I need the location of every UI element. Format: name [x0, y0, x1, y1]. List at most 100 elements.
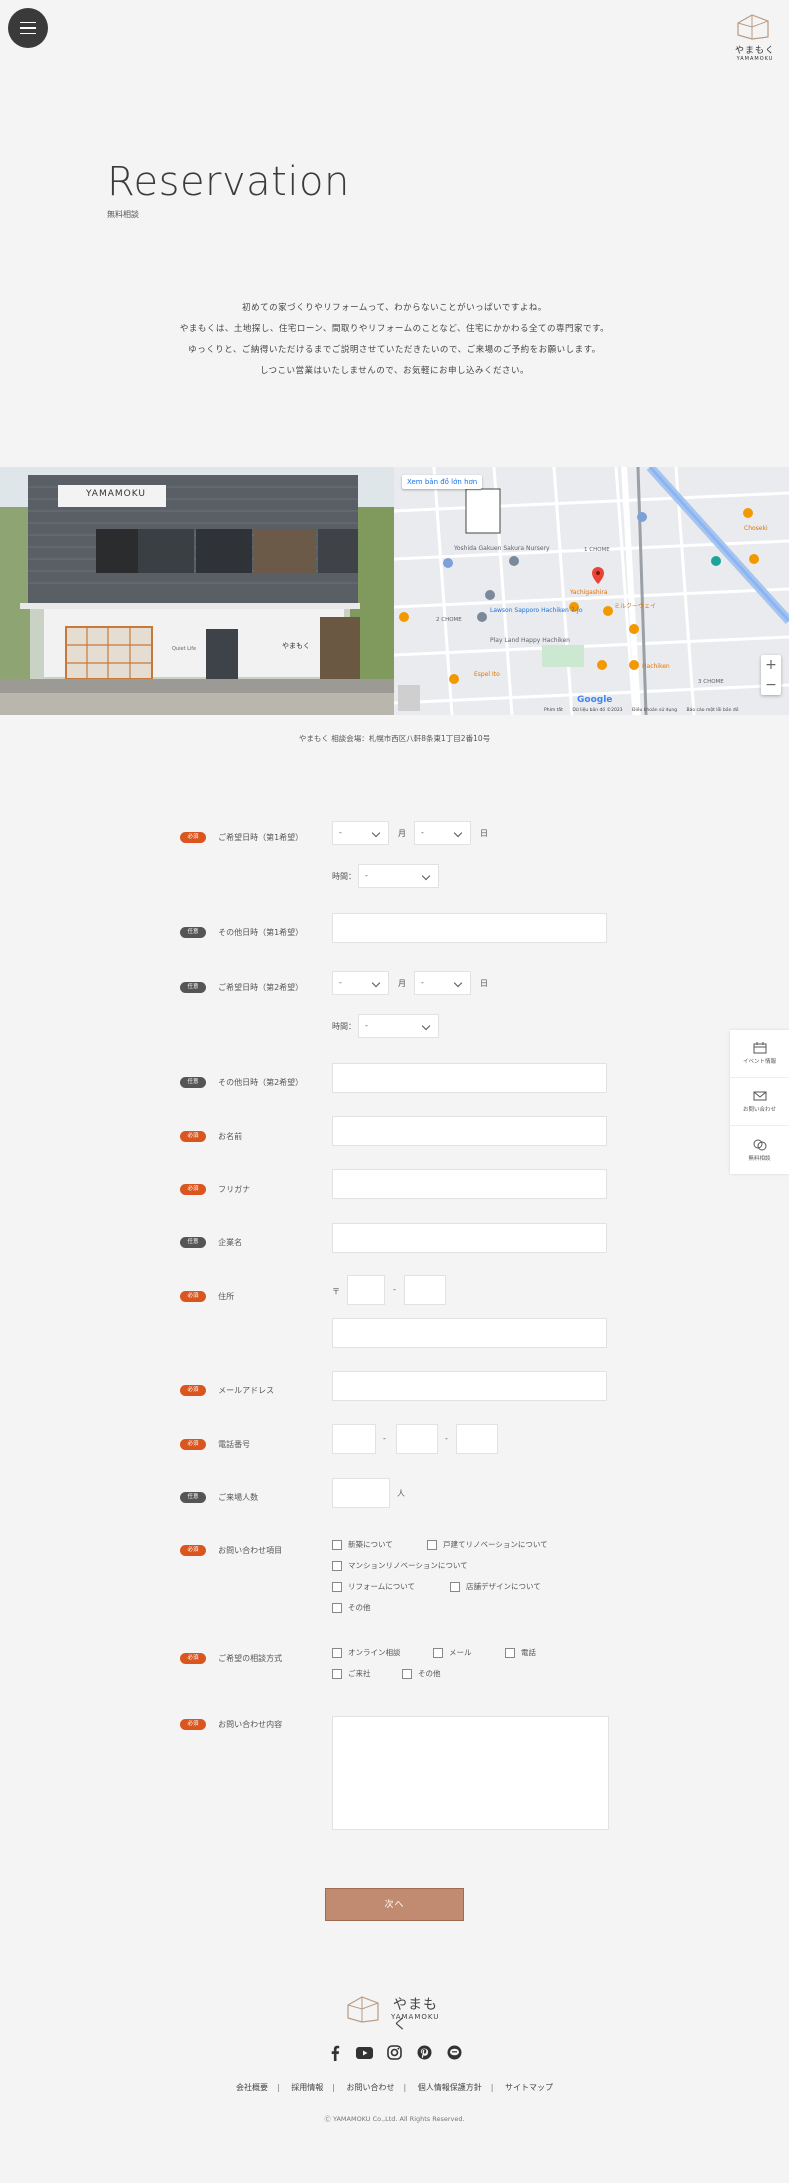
line-icon[interactable] — [446, 2044, 463, 2061]
facebook-icon[interactable] — [326, 2044, 343, 2061]
topic-checkbox[interactable]: マンションリノベーションについて — [332, 1560, 468, 1571]
method-checkbox[interactable]: その他 — [402, 1668, 441, 1679]
checkbox-box[interactable] — [505, 1647, 515, 1658]
map-label: 3 CHOME — [698, 679, 724, 685]
content-textarea[interactable] — [332, 1716, 609, 1830]
checkbox-box[interactable] — [332, 1602, 342, 1613]
mail-icon — [753, 1091, 766, 1101]
content-label: お問い合わせ内容 — [218, 1720, 283, 1729]
map-terms-link[interactable]: Điều khoản sử dụng — [632, 708, 677, 713]
checkbox-box[interactable] — [433, 1647, 443, 1658]
map-larger-link[interactable]: Xem bản đồ lớn hơn — [402, 475, 483, 489]
required-badge: 必須 — [180, 1545, 206, 1556]
footer-link-sitemap[interactable]: サイトマップ — [505, 2083, 553, 2092]
intro-line: 初めての家づくりやリフォームって、わからないことがいっぱいですよね。 — [242, 303, 547, 313]
postal-code-2-input[interactable] — [404, 1275, 446, 1305]
topic-checkbox[interactable]: リフォームについて — [332, 1581, 415, 1592]
email-row-label: 必須 メールアドレス — [180, 1380, 274, 1399]
method-checkbox[interactable]: ご来社 — [332, 1668, 371, 1679]
other2-label: その他日時（第2希望） — [218, 1078, 304, 1087]
name-input[interactable] — [332, 1116, 607, 1146]
checkbox-box[interactable] — [427, 1539, 437, 1550]
address-input[interactable] — [332, 1318, 607, 1348]
method-checkbox[interactable]: 電話 — [505, 1647, 536, 1658]
date2-month-select[interactable]: - — [332, 971, 389, 995]
phone-1-input[interactable] — [332, 1424, 376, 1454]
side-item-label: お問い合わせ — [742, 1107, 776, 1113]
footer-link-company[interactable]: 会社概要 — [236, 2083, 268, 2092]
phone-hyphen: - — [445, 1434, 448, 1443]
topic-checkbox[interactable]: 新築について — [332, 1539, 393, 1550]
menu-button[interactable] — [8, 8, 48, 48]
copyright: Ⓒ YAMAMOKU Co.,Ltd. All Rights Reserved. — [324, 2115, 465, 2123]
postal-code-1-input[interactable] — [347, 1275, 385, 1305]
date1-month-select[interactable]: - — [332, 821, 389, 845]
house-logo-icon — [347, 1996, 379, 2023]
checkbox-label: オンライン相談 — [348, 1648, 401, 1657]
kana-label: フリガナ — [218, 1185, 251, 1194]
other2-input[interactable] — [332, 1063, 607, 1093]
checkbox-box[interactable] — [332, 1581, 342, 1592]
date1-time-select[interactable]: - — [358, 864, 439, 888]
map-report-link[interactable]: Báo cáo một lỗi bản đồ — [687, 708, 739, 713]
month-unit: 月 — [398, 829, 406, 838]
next-button[interactable]: 次へ — [325, 1888, 464, 1921]
topic-checkbox[interactable]: その他 — [332, 1602, 371, 1613]
phone-label: 電話番号 — [218, 1440, 251, 1449]
instagram-icon[interactable] — [386, 2044, 403, 2061]
side-item-contact[interactable]: お問い合わせ — [730, 1078, 789, 1126]
checkbox-box[interactable] — [402, 1668, 412, 1679]
map-label: Yachigashira — [570, 589, 608, 596]
map-zoom-controls[interactable]: + − — [761, 655, 781, 695]
method-checkbox[interactable]: メール — [433, 1647, 472, 1658]
footer-logo[interactable]: やまもく YAMAMOKU — [345, 1990, 445, 2033]
optional-badge: 任意 — [180, 1077, 206, 1088]
required-badge: 必須 — [180, 1385, 206, 1396]
email-input[interactable] — [332, 1371, 607, 1401]
visitor-count-input[interactable] — [332, 1478, 390, 1508]
date1-day-select[interactable]: - — [414, 821, 471, 845]
checkbox-box[interactable] — [332, 1647, 342, 1658]
side-item-event[interactable]: イベント情報 — [730, 1030, 789, 1078]
required-badge: 必須 — [180, 1291, 206, 1302]
phone-3-input[interactable] — [456, 1424, 498, 1454]
footer-link-recruit[interactable]: 採用情報 — [291, 2083, 323, 2092]
pinterest-icon[interactable] — [416, 2044, 433, 2061]
footer-link-contact[interactable]: お問い合わせ — [347, 2083, 395, 2092]
checkbox-label: 戸建てリノベーションについて — [443, 1540, 548, 1549]
page-subtitle: 無料相談 — [107, 210, 139, 219]
checkbox-box[interactable] — [332, 1560, 342, 1571]
checkbox-box[interactable] — [332, 1539, 342, 1550]
side-item-consult[interactable]: 無料相談 — [730, 1126, 789, 1174]
topic-checkbox[interactable]: 店舗デザインについて — [450, 1581, 541, 1592]
map-label: Play Land Happy Hachiken — [490, 637, 570, 644]
postal-hyphen: - — [393, 1285, 396, 1294]
other1-input[interactable] — [332, 913, 607, 943]
google-map[interactable]: Yoshida Gakuen Sakura Nursery Lawson Sap… — [394, 467, 789, 715]
menu-bar — [20, 32, 36, 35]
zoom-in-button[interactable]: + — [765, 657, 777, 673]
map-shortcuts-link[interactable]: Phím tắt — [544, 708, 563, 713]
intro-line: ゆっくりと、ご納得いただけるまでご説明させていただきたいので、ご来場のご予約をお… — [188, 345, 601, 355]
youtube-icon[interactable] — [356, 2044, 373, 2061]
kana-input[interactable] — [332, 1169, 607, 1199]
site-logo[interactable]: やまもく YAMAMOKU — [733, 11, 777, 62]
checkbox-box[interactable] — [450, 1581, 460, 1592]
date2-time-select[interactable]: - — [358, 1014, 439, 1038]
method-checkbox[interactable]: オンライン相談 — [332, 1647, 401, 1658]
chat-icon — [753, 1139, 766, 1150]
topic-label: お問い合わせ項目 — [218, 1546, 283, 1555]
checkbox-box[interactable] — [332, 1668, 342, 1679]
company-input[interactable] — [332, 1223, 607, 1253]
checkbox-label: 電話 — [521, 1648, 536, 1657]
optional-badge: 任意 — [180, 1492, 206, 1503]
checkbox-label: 店舗デザインについて — [466, 1582, 541, 1591]
email-label: メールアドレス — [218, 1386, 275, 1395]
date2-day-select[interactable]: - — [414, 971, 471, 995]
menu-bar — [20, 21, 36, 24]
zoom-out-button[interactable]: − — [765, 677, 777, 693]
google-logo: Google — [577, 695, 613, 705]
footer-link-privacy[interactable]: 個人情報保護方針 — [418, 2083, 482, 2092]
topic-checkbox[interactable]: 戸建てリノベーションについて — [427, 1539, 548, 1550]
phone-2-input[interactable] — [396, 1424, 438, 1454]
